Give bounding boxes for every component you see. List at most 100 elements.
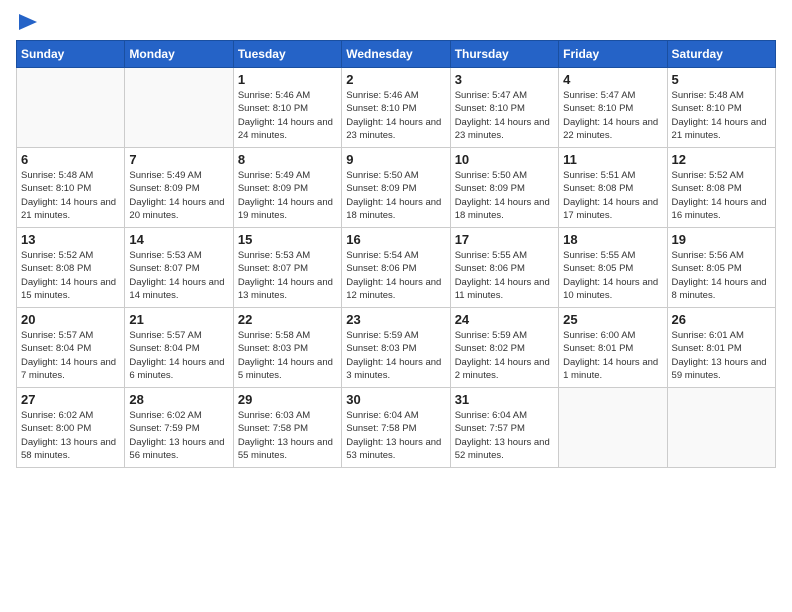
calendar-day-cell: 23 Sunrise: 5:59 AMSunset: 8:03 PMDayligh… — [342, 308, 450, 388]
day-info: Sunrise: 5:59 AMSunset: 8:02 PMDaylight:… — [455, 329, 554, 382]
calendar-day-cell: 20 Sunrise: 5:57 AMSunset: 8:04 PMDayligh… — [17, 308, 125, 388]
calendar-day-cell — [667, 388, 775, 468]
day-info: Sunrise: 6:01 AMSunset: 8:01 PMDaylight:… — [672, 329, 771, 382]
day-info: Sunrise: 5:49 AMSunset: 8:09 PMDaylight:… — [238, 169, 337, 222]
calendar-day-cell: 21Sunrise: 5:57 AMSunset: 8:04 PMDayligh… — [125, 308, 233, 388]
calendar-day-cell: 8 Sunrise: 5:49 AMSunset: 8:09 PMDaylight… — [233, 148, 341, 228]
calendar-day-cell: 10Sunrise: 5:50 AMSunset: 8:09 PMDayligh… — [450, 148, 558, 228]
calendar-day-cell: 27 Sunrise: 6:02 AMSunset: 8:00 PMDayligh… — [17, 388, 125, 468]
calendar-week-row: 27 Sunrise: 6:02 AMSunset: 8:00 PMDayligh… — [17, 388, 776, 468]
day-number: 26 — [672, 312, 771, 327]
logo — [16, 16, 37, 28]
calendar-day-cell: 26 Sunrise: 6:01 AMSunset: 8:01 PMDayligh… — [667, 308, 775, 388]
day-info: Sunrise: 5:48 AMSunset: 8:10 PMDaylight:… — [21, 169, 120, 222]
calendar-day-cell: 24 Sunrise: 5:59 AMSunset: 8:02 PMDayligh… — [450, 308, 558, 388]
day-number: 28 — [129, 392, 228, 407]
day-info: Sunrise: 5:46 AMSunset: 8:10 PMDaylight:… — [238, 89, 337, 142]
day-info: Sunrise: 6:04 AMSunset: 7:57 PMDaylight:… — [455, 409, 554, 462]
calendar-day-cell: 29 Sunrise: 6:03 AMSunset: 7:58 PMDayligh… — [233, 388, 341, 468]
calendar-day-cell: 7 Sunrise: 5:49 AMSunset: 8:09 PMDaylight… — [125, 148, 233, 228]
day-number: 11 — [563, 152, 662, 167]
day-info: Sunrise: 5:56 AMSunset: 8:05 PMDaylight:… — [672, 249, 771, 302]
day-info: Sunrise: 6:00 AMSunset: 8:01 PMDaylight:… — [563, 329, 662, 382]
day-info: Sunrise: 5:59 AMSunset: 8:03 PMDaylight:… — [346, 329, 445, 382]
calendar-day-cell: 6Sunrise: 5:48 AMSunset: 8:10 PMDaylight… — [17, 148, 125, 228]
day-info: Sunrise: 5:53 AMSunset: 8:07 PMDaylight:… — [129, 249, 228, 302]
day-info: Sunrise: 5:48 AMSunset: 8:10 PMDaylight:… — [672, 89, 771, 142]
day-number: 5 — [672, 72, 771, 87]
calendar-day-cell: 28 Sunrise: 6:02 AMSunset: 7:59 PMDayligh… — [125, 388, 233, 468]
day-number: 23 — [346, 312, 445, 327]
calendar-day-cell: 30 Sunrise: 6:04 AMSunset: 7:58 PMDayligh… — [342, 388, 450, 468]
day-info: Sunrise: 5:58 AMSunset: 8:03 PMDaylight:… — [238, 329, 337, 382]
day-number: 15 — [238, 232, 337, 247]
calendar-day-cell: 11 Sunrise: 5:51 AMSunset: 8:08 PMDayligh… — [559, 148, 667, 228]
day-number: 18 — [563, 232, 662, 247]
day-info: Sunrise: 5:52 AMSunset: 8:08 PMDaylight:… — [672, 169, 771, 222]
day-number: 27 — [21, 392, 120, 407]
day-number: 24 — [455, 312, 554, 327]
calendar-day-cell — [559, 388, 667, 468]
calendar-day-cell — [125, 68, 233, 148]
day-info: Sunrise: 5:55 AMSunset: 8:05 PMDaylight:… — [563, 249, 662, 302]
calendar-day-cell: 16 Sunrise: 5:54 AMSunset: 8:06 PMDayligh… — [342, 228, 450, 308]
day-number: 30 — [346, 392, 445, 407]
day-info: Sunrise: 6:03 AMSunset: 7:58 PMDaylight:… — [238, 409, 337, 462]
calendar-day-cell — [17, 68, 125, 148]
calendar-week-row: 1 Sunrise: 5:46 AMSunset: 8:10 PMDaylight… — [17, 68, 776, 148]
weekday-header: Thursday — [450, 41, 558, 68]
day-info: Sunrise: 5:54 AMSunset: 8:06 PMDaylight:… — [346, 249, 445, 302]
calendar-day-cell: 2 Sunrise: 5:46 AMSunset: 8:10 PMDaylight… — [342, 68, 450, 148]
day-info: Sunrise: 5:47 AMSunset: 8:10 PMDaylight:… — [563, 89, 662, 142]
calendar-week-row: 13Sunrise: 5:52 AMSunset: 8:08 PMDayligh… — [17, 228, 776, 308]
calendar-day-cell: 14Sunrise: 5:53 AMSunset: 8:07 PMDayligh… — [125, 228, 233, 308]
day-number: 16 — [346, 232, 445, 247]
day-number: 10 — [455, 152, 554, 167]
calendar-day-cell: 22 Sunrise: 5:58 AMSunset: 8:03 PMDayligh… — [233, 308, 341, 388]
calendar-day-cell: 12 Sunrise: 5:52 AMSunset: 8:08 PMDayligh… — [667, 148, 775, 228]
calendar-week-row: 6Sunrise: 5:48 AMSunset: 8:10 PMDaylight… — [17, 148, 776, 228]
day-number: 3 — [455, 72, 554, 87]
calendar-header-row: SundayMondayTuesdayWednesdayThursdayFrid… — [17, 41, 776, 68]
day-info: Sunrise: 5:51 AMSunset: 8:08 PMDaylight:… — [563, 169, 662, 222]
day-number: 7 — [129, 152, 228, 167]
day-number: 12 — [672, 152, 771, 167]
day-number: 21 — [129, 312, 228, 327]
day-info: Sunrise: 5:50 AMSunset: 8:09 PMDaylight:… — [346, 169, 445, 222]
day-number: 13 — [21, 232, 120, 247]
day-info: Sunrise: 6:04 AMSunset: 7:58 PMDaylight:… — [346, 409, 445, 462]
calendar-day-cell: 15 Sunrise: 5:53 AMSunset: 8:07 PMDayligh… — [233, 228, 341, 308]
calendar-day-cell: 5 Sunrise: 5:48 AMSunset: 8:10 PMDaylight… — [667, 68, 775, 148]
weekday-header: Sunday — [17, 41, 125, 68]
logo-arrow-icon — [19, 14, 37, 30]
day-info: Sunrise: 5:55 AMSunset: 8:06 PMDaylight:… — [455, 249, 554, 302]
day-number: 31 — [455, 392, 554, 407]
calendar-table: SundayMondayTuesdayWednesdayThursdayFrid… — [16, 40, 776, 468]
day-info: Sunrise: 5:47 AMSunset: 8:10 PMDaylight:… — [455, 89, 554, 142]
day-number: 1 — [238, 72, 337, 87]
day-number: 22 — [238, 312, 337, 327]
day-info: Sunrise: 5:57 AMSunset: 8:04 PMDaylight:… — [21, 329, 120, 382]
day-number: 29 — [238, 392, 337, 407]
calendar-day-cell: 25 Sunrise: 6:00 AMSunset: 8:01 PMDayligh… — [559, 308, 667, 388]
weekday-header: Friday — [559, 41, 667, 68]
day-number: 25 — [563, 312, 662, 327]
day-info: Sunrise: 6:02 AMSunset: 7:59 PMDaylight:… — [129, 409, 228, 462]
day-info: Sunrise: 5:49 AMSunset: 8:09 PMDaylight:… — [129, 169, 228, 222]
calendar-day-cell: 4Sunrise: 5:47 AMSunset: 8:10 PMDaylight… — [559, 68, 667, 148]
day-info: Sunrise: 5:53 AMSunset: 8:07 PMDaylight:… — [238, 249, 337, 302]
calendar-week-row: 20 Sunrise: 5:57 AMSunset: 8:04 PMDayligh… — [17, 308, 776, 388]
day-number: 19 — [672, 232, 771, 247]
calendar-day-cell: 1 Sunrise: 5:46 AMSunset: 8:10 PMDaylight… — [233, 68, 341, 148]
day-info: Sunrise: 5:46 AMSunset: 8:10 PMDaylight:… — [346, 89, 445, 142]
weekday-header: Tuesday — [233, 41, 341, 68]
day-info: Sunrise: 6:02 AMSunset: 8:00 PMDaylight:… — [21, 409, 120, 462]
weekday-header: Monday — [125, 41, 233, 68]
calendar-day-cell: 9Sunrise: 5:50 AMSunset: 8:09 PMDaylight… — [342, 148, 450, 228]
weekday-header: Saturday — [667, 41, 775, 68]
day-number: 2 — [346, 72, 445, 87]
day-number: 20 — [21, 312, 120, 327]
day-number: 8 — [238, 152, 337, 167]
calendar-day-cell: 13Sunrise: 5:52 AMSunset: 8:08 PMDayligh… — [17, 228, 125, 308]
weekday-header: Wednesday — [342, 41, 450, 68]
